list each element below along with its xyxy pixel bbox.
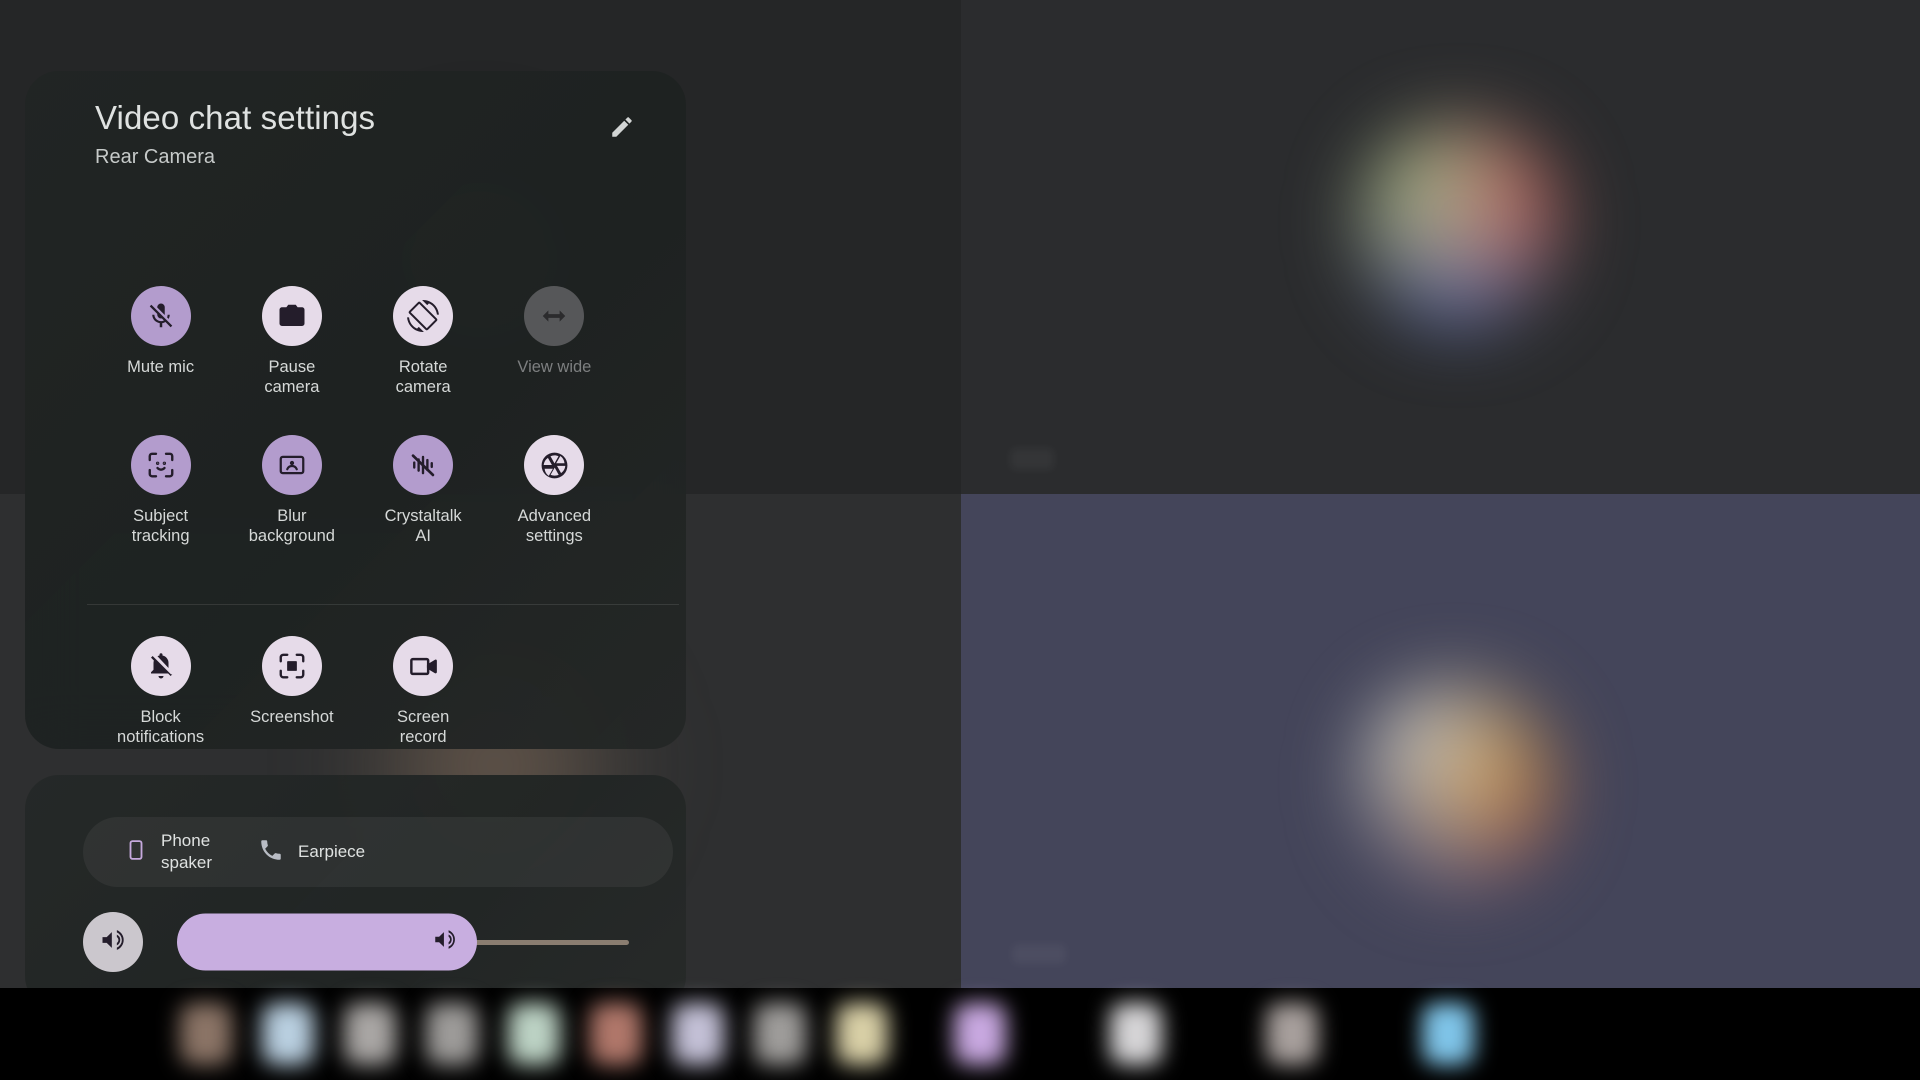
audio-output-panel: Phone spaker Earpiece: [25, 775, 686, 1010]
edit-button[interactable]: [600, 107, 644, 151]
pencil-icon: [609, 114, 635, 145]
tile-label: Rotate camera: [395, 358, 451, 396]
taskbar-app-icon[interactable]: [1266, 1003, 1318, 1065]
taskbar-app-icon[interactable]: [262, 1003, 314, 1065]
page-title: Video chat settings: [95, 99, 376, 136]
taskbar-app-icon[interactable]: [836, 1003, 888, 1065]
tile-subject-tracking[interactable]: Subject tracking: [95, 435, 226, 546]
portrait-blur-icon: [277, 450, 307, 480]
tile-label: Subject tracking: [131, 507, 190, 545]
audio-output-label: Phone spaker: [161, 831, 213, 872]
tile-blur-background[interactable]: Blur background: [226, 435, 357, 546]
volume-control-row: [83, 910, 673, 974]
tile-crystaltalk-ai[interactable]: Crystaltalk AI: [358, 435, 489, 546]
participant-avatar-blur-right-top: [1352, 118, 1567, 333]
tile-icon-wrap: [524, 286, 585, 346]
voice-waves-off-icon: [408, 450, 438, 480]
volume-button[interactable]: [83, 912, 143, 972]
audio-output-earpiece[interactable]: Earpiece: [258, 837, 365, 868]
volume-slider[interactable]: [177, 913, 629, 971]
tile-icon-wrap: [130, 435, 191, 495]
tile-icon-wrap: [524, 435, 585, 495]
taskbar-app-icon[interactable]: [180, 1003, 232, 1065]
tile-label: Screen record: [396, 708, 450, 746]
camera-lock-icon: [277, 301, 307, 331]
tile-icon-wrap: [261, 636, 322, 696]
tile-label: Screenshot: [250, 708, 334, 726]
phone-handset-icon: [258, 837, 284, 868]
taskbar-icon-strip: [180, 988, 1920, 1080]
tile-label: View wide: [517, 358, 592, 376]
arrows-horizontal-icon: [539, 301, 569, 331]
taskbar-app-icon[interactable]: [672, 1003, 724, 1065]
panel-header: Video chat settings Rear Camera: [95, 96, 626, 170]
taskbar-app-icon[interactable]: [344, 1003, 396, 1065]
audio-output-selector[interactable]: Phone spaker Earpiece: [83, 817, 673, 887]
tile-pause-camera[interactable]: Pause camera: [226, 286, 357, 397]
taskbar-app-icon[interactable]: [590, 1003, 642, 1065]
mic-off-icon: [146, 301, 176, 331]
tile-label: Pause camera: [264, 358, 320, 396]
audio-output-phone-speaker[interactable]: Phone spaker: [125, 830, 212, 874]
video-chat-settings-panel: Video chat settings Rear Camera Mute mic…: [25, 71, 686, 749]
tile-icon-wrap: [393, 435, 454, 495]
tile-label: Block notifications: [117, 708, 205, 746]
settings-tile-grid: Mute mic Pause camera Rotate camera View…: [95, 286, 620, 546]
volume-up-icon: [99, 926, 127, 959]
tile-screen-record[interactable]: Screen record: [358, 636, 489, 747]
tile-icon-wrap: [130, 286, 191, 346]
settings-tile-grid-secondary: Block notifications Screenshot Screen re…: [95, 636, 620, 747]
phone-device-icon: [125, 835, 147, 870]
taskbar: [0, 988, 1920, 1080]
tile-screenshot[interactable]: Screenshot: [226, 636, 357, 747]
volume-up-icon: [432, 927, 458, 958]
tile-icon-wrap: [261, 286, 322, 346]
volume-slider-fill: [177, 913, 477, 971]
face-tracking-icon: [146, 450, 176, 480]
participant-name-blur-top: [1010, 448, 1054, 470]
tile-placeholder-empty: [489, 636, 620, 747]
taskbar-app-icon[interactable]: [426, 1003, 478, 1065]
screen-root: Video chat settings Rear Camera Mute mic…: [0, 0, 1920, 1080]
tile-label: Mute mic: [127, 358, 195, 376]
bell-off-icon: [146, 651, 176, 681]
taskbar-app-icon[interactable]: [1422, 1003, 1474, 1065]
tile-rotate-camera[interactable]: Rotate camera: [358, 286, 489, 397]
tile-icon-wrap: [393, 636, 454, 696]
video-camera-icon: [408, 651, 439, 682]
tile-label: Blur background: [248, 507, 335, 545]
tile-block-notifications[interactable]: Block notifications: [95, 636, 226, 747]
camera-subtitle: Rear Camera: [95, 146, 216, 168]
screen-rotation-icon: [407, 300, 440, 332]
tile-view-wide[interactable]: View wide: [489, 286, 620, 397]
tile-label: Crystaltalk AI: [384, 507, 462, 545]
audio-output-label: Earpiece: [298, 842, 366, 861]
taskbar-app-icon[interactable]: [954, 1003, 1006, 1065]
taskbar-app-icon[interactable]: [1110, 1003, 1162, 1065]
screenshot-icon: [277, 651, 307, 681]
tile-icon-wrap: [130, 636, 191, 696]
tile-icon-wrap: [393, 286, 454, 346]
tile-label: Advanced settings: [517, 507, 592, 545]
participant-avatar-blur-right-bottom: [1352, 676, 1564, 891]
taskbar-app-icon[interactable]: [754, 1003, 806, 1065]
participant-name-blur-bottom: [1012, 944, 1066, 964]
aperture-icon: [539, 450, 570, 481]
tile-advanced-settings[interactable]: Advanced settings: [489, 435, 620, 546]
tile-icon-wrap: [261, 435, 322, 495]
taskbar-app-icon[interactable]: [508, 1003, 560, 1065]
tile-mute-mic[interactable]: Mute mic: [95, 286, 226, 397]
section-divider: [87, 604, 679, 605]
